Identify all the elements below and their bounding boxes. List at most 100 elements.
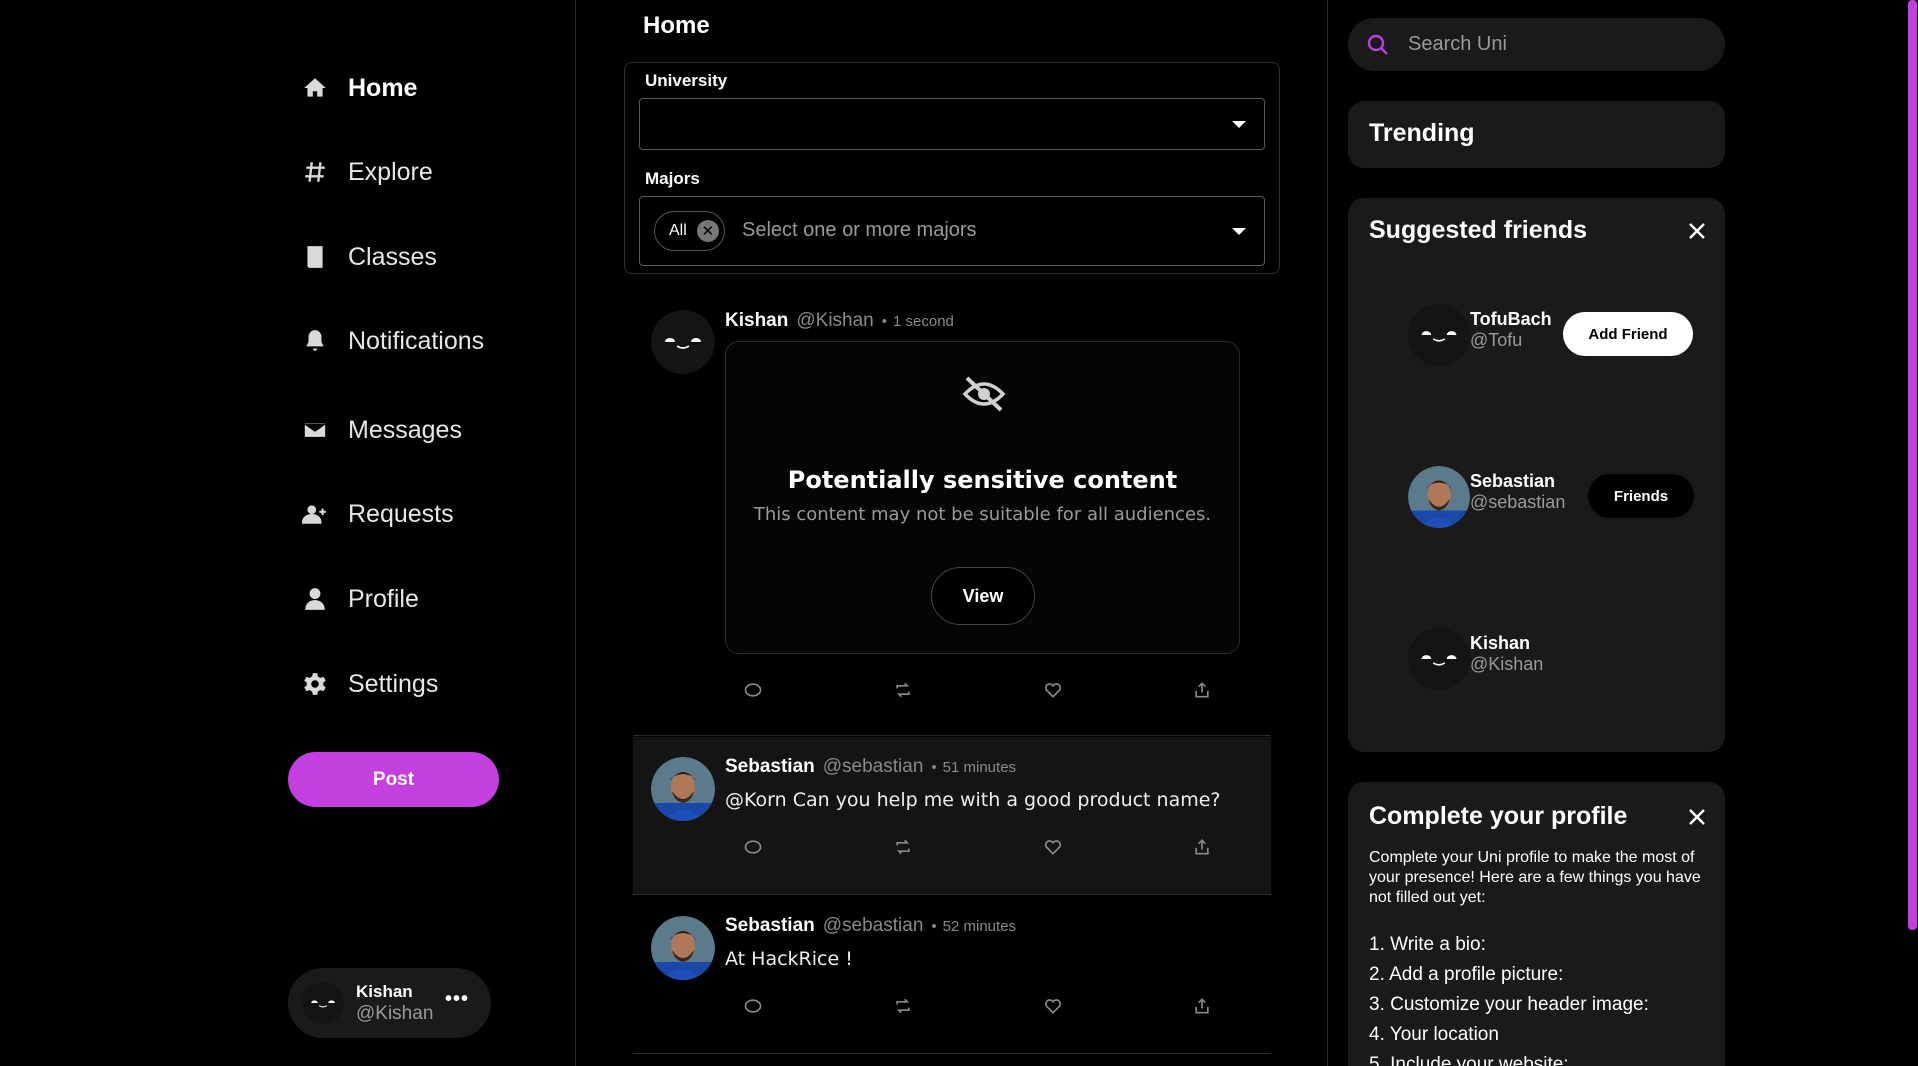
search-bar[interactable]: Search Uni [1348,18,1725,71]
like-icon[interactable] [1043,837,1065,859]
nav-item-label: Settings [348,669,439,698]
post-author-handle[interactable]: @Kishan [796,310,873,332]
close-icon[interactable] [1687,221,1707,241]
avatar[interactable] [651,916,715,980]
nav-item-messages[interactable]: Messages [300,405,462,455]
chip-label: All [669,222,687,239]
gear-icon [300,669,330,699]
complete-profile-card: Complete your profile Complete your Uni … [1348,782,1725,1066]
friend-handle: @Kishan [1470,654,1544,674]
left-sidebar: Home Explore Classes Notifications Messa… [0,0,576,1066]
nav-item-notifications[interactable]: Notifications [300,316,484,366]
post-time: 51 minutes [942,759,1017,776]
envelope-icon [300,415,330,445]
eye-slash-icon [961,374,1007,414]
search-input[interactable]: Search Uni [1408,33,1507,56]
nav-item-label: Explore [348,157,433,186]
avatar [302,982,344,1024]
share-icon[interactable] [1192,837,1214,859]
post-actions [743,680,1225,704]
repost-icon[interactable] [893,680,915,702]
app-root: Home Explore Classes Notifications Messa… [0,0,1918,1066]
trending-card: Trending [1348,101,1725,168]
friend-item[interactable]: TofuBach @Tofu [1408,304,1552,366]
todo-item[interactable]: 4. Your location [1369,1020,1649,1050]
repost-icon[interactable] [893,996,915,1018]
close-icon[interactable] [1687,807,1707,827]
bell-icon [300,326,330,356]
complete-profile-title: Complete your profile [1369,802,1628,830]
friend-item[interactable]: Sebastian @sebastian [1408,466,1565,528]
more-options-icon[interactable]: ••• [445,988,469,1011]
share-icon[interactable] [1192,680,1214,702]
nav-item-settings[interactable]: Settings [300,659,438,709]
todo-item[interactable]: 3. Customize your header image: [1369,990,1649,1020]
user-plus-icon [300,499,330,529]
sensitive-title: Potentially sensitive content [787,466,1178,494]
post-item[interactable]: Sebastian @sebastian • 52 minutes At Hac… [633,896,1271,1054]
majors-placeholder: Select one or more majors [742,219,977,241]
post-author-name[interactable]: Sebastian [725,756,815,778]
post-text: At HackRice ! [725,948,853,970]
view-button[interactable]: View [931,567,1035,625]
like-icon[interactable] [1043,996,1065,1018]
post-author-handle[interactable]: @sebastian [823,915,924,937]
comment-icon[interactable] [743,680,765,702]
post-time: 52 minutes [942,918,1017,935]
repost-icon[interactable] [893,837,915,859]
nav-item-profile[interactable]: Profile [300,574,419,624]
post-author-handle[interactable]: @sebastian [823,756,924,778]
post-header: Sebastian @sebastian • 51 minutes [725,756,1016,778]
profile-todo-list: 1. Write a bio: 2. Add a profile picture… [1369,930,1649,1066]
todo-item[interactable]: 1. Write a bio: [1369,930,1649,960]
majors-chip[interactable]: All ✕ [654,211,725,251]
post-author-name[interactable]: Kishan [725,310,788,332]
suggested-friends-card: Suggested friends TofuBach @Tofu Add Fri… [1348,198,1725,752]
sensitive-content-card: Potentially sensitive content This conte… [725,341,1240,654]
current-user-name: Kishan [356,981,413,1001]
avatar [1408,628,1470,690]
avatar[interactable] [651,310,715,374]
comment-icon[interactable] [743,837,765,859]
remove-chip-icon[interactable]: ✕ [696,220,719,242]
nav-item-requests[interactable]: Requests [300,489,454,539]
friend-item[interactable]: Kishan @Kishan [1408,628,1543,690]
nav-item-label: Notifications [348,326,485,355]
comment-icon[interactable] [743,996,765,1018]
nav-item-label: Home [348,73,418,102]
majors-select[interactable]: All ✕ Select one or more majors [639,196,1265,266]
home-icon [300,73,330,103]
scrollbar[interactable] [1906,0,1918,1066]
todo-item[interactable]: 2. Add a profile picture: [1369,960,1649,990]
post-item[interactable]: Kishan @Kishan • 1 second Potentially se… [633,290,1271,736]
avatar[interactable] [651,757,715,821]
post-text: @Korn Can you help me with a good produc… [725,789,1221,811]
friends-button[interactable]: Friends [1588,474,1694,518]
current-user-card[interactable]: Kishan @Kishan ••• [288,968,491,1038]
add-friend-button[interactable]: Add Friend [1563,312,1693,356]
nav-item-classes[interactable]: Classes [300,232,437,282]
search-icon [1366,33,1390,57]
university-select[interactable] [639,98,1265,150]
feed-filters: University Majors All ✕ Select one or mo… [624,62,1280,274]
friend-handle: @sebastian [1470,492,1566,512]
sensitive-description: This content may not be suitable for all… [753,504,1212,525]
share-icon[interactable] [1192,996,1214,1018]
todo-item[interactable]: 5. Include your website: [1369,1050,1649,1066]
post-actions [743,996,1225,1020]
post-author-name[interactable]: Sebastian [725,915,815,937]
like-icon[interactable] [1043,680,1065,702]
post-item[interactable]: Sebastian @sebastian • 51 minutes @Korn … [633,737,1271,895]
majors-label: Majors [645,169,700,188]
book-icon [300,242,330,272]
nav-item-explore[interactable]: Explore [300,147,433,197]
nav-item-home[interactable]: Home [300,63,417,113]
friend-name: TofuBach [1470,309,1552,329]
nav-item-label: Messages [348,415,462,444]
friend-name: Kishan [1470,633,1531,653]
separator-dot: • [881,313,888,330]
right-sidebar: Search Uni Trending Suggested friends To… [1328,0,1918,1066]
scrollbar-thumb[interactable] [1908,0,1917,930]
post-header: Sebastian @sebastian • 52 minutes [725,915,1016,937]
post-button[interactable]: Post [288,752,499,807]
